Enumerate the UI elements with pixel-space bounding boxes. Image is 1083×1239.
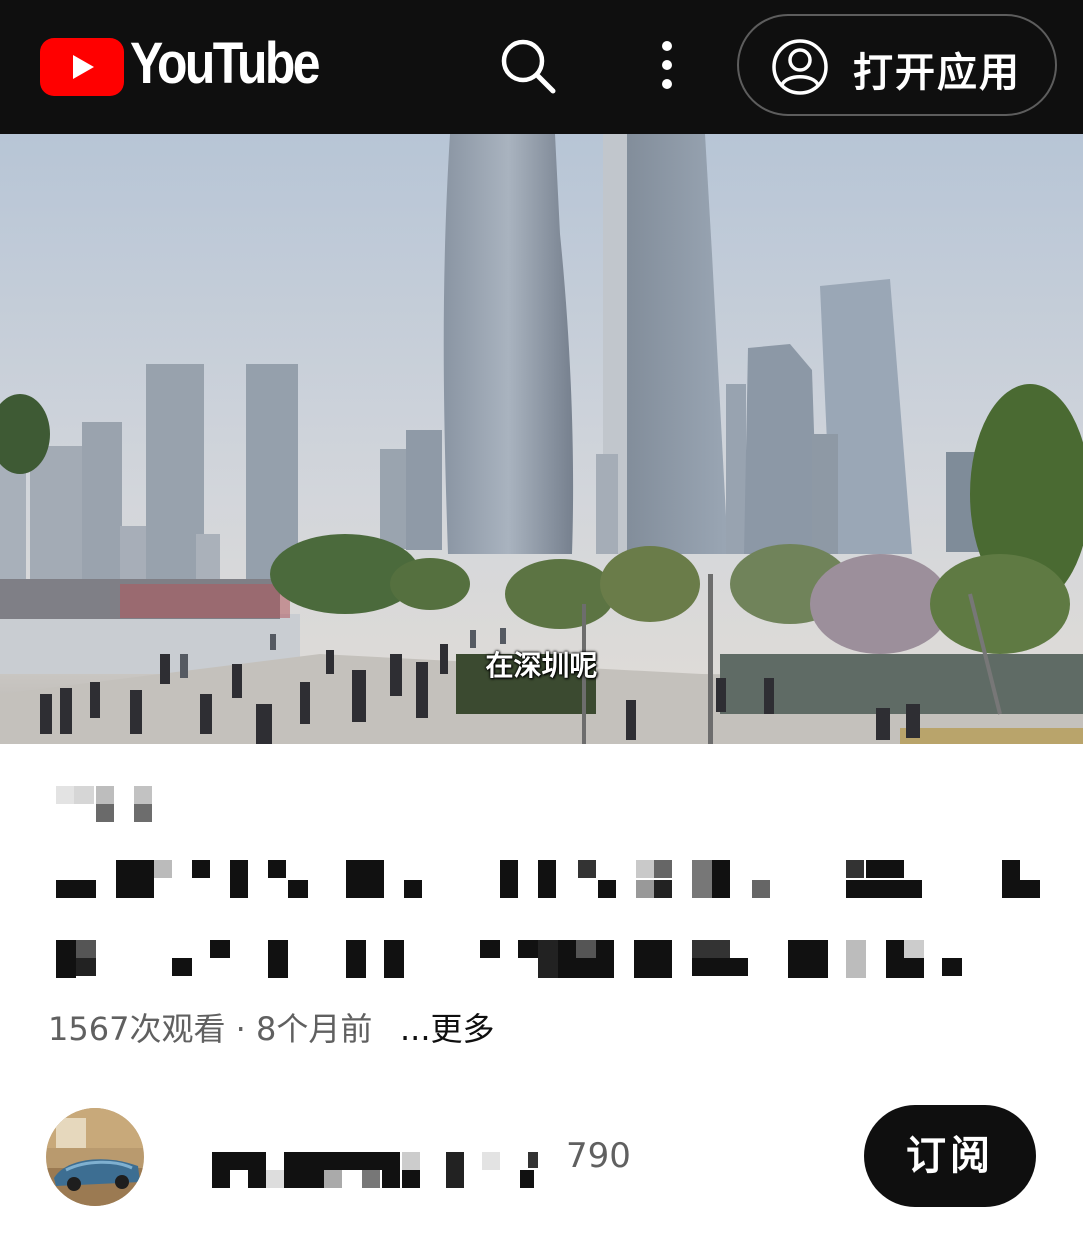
- youtube-wordmark: YouTube: [130, 31, 320, 96]
- video-caption-text: 在深圳呢: [485, 649, 598, 682]
- open-app-button[interactable]: 打开应用: [737, 14, 1057, 116]
- subscriber-count: 790: [566, 1136, 631, 1176]
- account-icon: [772, 39, 828, 95]
- redacted-title-line-3[interactable]: [56, 938, 1046, 980]
- video-caption: 在深圳呢: [0, 644, 1083, 684]
- channel-avatar-image: [46, 1108, 144, 1206]
- subscribe-button[interactable]: 订阅: [864, 1105, 1036, 1207]
- redacted-channel-name[interactable]: [212, 1150, 542, 1190]
- video-player[interactable]: 在深圳呢: [0, 134, 1083, 744]
- more-vert-icon[interactable]: [655, 38, 679, 94]
- channel-avatar[interactable]: [46, 1108, 144, 1206]
- top-app-bar: YouTube 打开应用: [0, 0, 1083, 134]
- open-app-label: 打开应用: [853, 50, 1021, 96]
- redacted-title-line-2[interactable]: [56, 858, 1046, 902]
- video-meta: 1567次观看 · 8个月前: [48, 1010, 373, 1048]
- search-icon[interactable]: [498, 36, 558, 96]
- redacted-title-line-1: [56, 784, 166, 826]
- description-more-link[interactable]: ...更多: [400, 1004, 495, 1050]
- youtube-logo-icon: [40, 38, 124, 96]
